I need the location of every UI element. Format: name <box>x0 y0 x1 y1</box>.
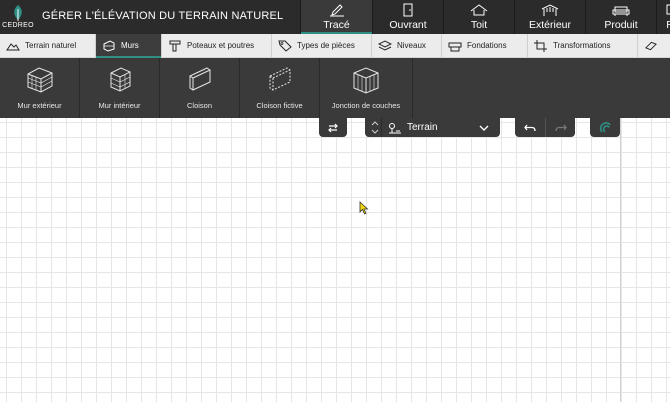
magnet-button[interactable] <box>599 121 612 134</box>
pergola-icon <box>541 4 559 16</box>
mode-label: Extérieur <box>528 19 571 31</box>
stepper-arrows-icon <box>371 121 379 134</box>
tool-label: Mur extérieur <box>17 101 62 110</box>
tool-mur-interieur[interactable]: Mur intérieur <box>80 58 160 118</box>
tab-niveaux[interactable]: Niveaux <box>372 34 442 57</box>
level-stepper[interactable] <box>368 118 382 137</box>
tab-label: Types de pièces <box>297 41 355 50</box>
app-header: CEDREO GÉRER L'ÉLÉVATION DU TERRAIN NATU… <box>0 0 670 34</box>
swap-icon <box>328 123 338 132</box>
roof-icon <box>470 4 488 16</box>
crop-icon <box>534 39 547 52</box>
undo-icon <box>524 124 536 131</box>
tool-label: Mur intérieur <box>98 101 141 110</box>
swap-button[interactable] <box>327 123 339 133</box>
mode-label: Ouvrant <box>389 19 427 31</box>
page-title: GÉRER L'ÉLÉVATION DU TERRAIN NATUREL <box>42 10 284 22</box>
wall-tools-panel: Mur extérieur Mur intérieur Cloison Cloi… <box>0 58 670 118</box>
mode-label: Toit <box>470 19 488 31</box>
mode-label: Produit <box>604 19 638 31</box>
beam-icon <box>169 40 181 51</box>
magnet-toolbar <box>590 118 620 137</box>
mode-label: R <box>657 19 670 31</box>
interior-wall-icon <box>110 67 130 92</box>
drawing-canvas[interactable] <box>0 118 670 402</box>
mode-exterieur[interactable]: Extérieur <box>514 0 585 34</box>
exterior-wall-icon <box>27 67 52 93</box>
mode-toit[interactable]: Toit <box>443 0 514 34</box>
level-select[interactable]: Terrain <box>407 122 473 133</box>
mode-trace[interactable]: Tracé <box>300 0 372 34</box>
tag-icon <box>278 40 292 52</box>
tab-label: Murs <box>121 41 139 50</box>
tool-mur-exterieur[interactable]: Mur extérieur <box>0 58 80 118</box>
tab-label: Terrain naturel <box>25 41 77 50</box>
tool-label: Cloison <box>186 101 212 110</box>
tab-types-pieces[interactable]: Types de pièces <box>272 34 372 57</box>
tab-transformations[interactable]: Transformations <box>528 34 638 57</box>
foundation-icon <box>448 42 462 51</box>
leaf-logo-icon <box>14 5 22 21</box>
tab-label: Transformations <box>553 41 611 50</box>
tab-murs[interactable]: Murs <box>96 34 162 58</box>
tab-poteaux-poutres[interactable]: Poteaux et poutres <box>162 34 272 57</box>
virtual-partition-icon <box>269 67 290 91</box>
sub-tab-bar: Terrain naturel Murs Poteaux et poutres … <box>0 34 670 58</box>
tool-label: Jonction de couches <box>331 101 401 110</box>
layer-junction-icon <box>353 67 379 94</box>
mode-tabs: Tracé Ouvrant Toit Extérieur Produit <box>300 0 670 34</box>
tab-terrain-naturel[interactable]: Terrain naturel <box>0 34 96 57</box>
chevron-down-icon[interactable] <box>479 124 489 132</box>
mode-label: Tracé <box>323 19 350 31</box>
tab-fondations[interactable]: Fondations <box>442 34 528 57</box>
more-icon <box>645 41 657 50</box>
tab-more[interactable] <box>638 34 670 57</box>
render-icon <box>666 4 670 15</box>
mode-rendu[interactable]: R <box>656 0 670 34</box>
tool-jonction-couches[interactable]: Jonction de couches <box>320 58 413 118</box>
terrain-level-icon <box>389 122 401 133</box>
level-toolbar: Terrain <box>365 118 500 137</box>
mouse-pointer-icon <box>359 201 369 215</box>
terrain-icon <box>6 42 20 50</box>
tool-cloison-fictive[interactable]: Cloison fictive <box>240 58 320 118</box>
pencil-icon <box>329 4 344 17</box>
mode-ouvrant[interactable]: Ouvrant <box>372 0 443 34</box>
cedreo-logo[interactable]: CEDREO <box>0 0 36 34</box>
undo-button[interactable] <box>515 118 545 137</box>
layers-icon <box>378 39 392 51</box>
partition-icon <box>189 67 210 91</box>
history-toolbar <box>515 118 575 137</box>
tool-cloison[interactable]: Cloison <box>160 58 240 118</box>
tool-label: Cloison fictive <box>256 101 303 110</box>
tab-label: Niveaux <box>397 41 426 50</box>
door-icon <box>403 3 413 17</box>
redo-button[interactable] <box>545 118 575 137</box>
mode-produit[interactable]: Produit <box>585 0 656 34</box>
tab-label: Poteaux et poutres <box>187 41 255 50</box>
tab-label: Fondations <box>467 41 507 50</box>
redo-icon <box>554 124 567 131</box>
canvas-divider <box>620 118 621 402</box>
logo-text: CEDREO <box>2 22 34 29</box>
magnet-icon <box>599 122 611 133</box>
swap-toolbar <box>319 118 347 137</box>
sofa-icon <box>612 6 630 16</box>
wall-icon <box>103 39 115 52</box>
